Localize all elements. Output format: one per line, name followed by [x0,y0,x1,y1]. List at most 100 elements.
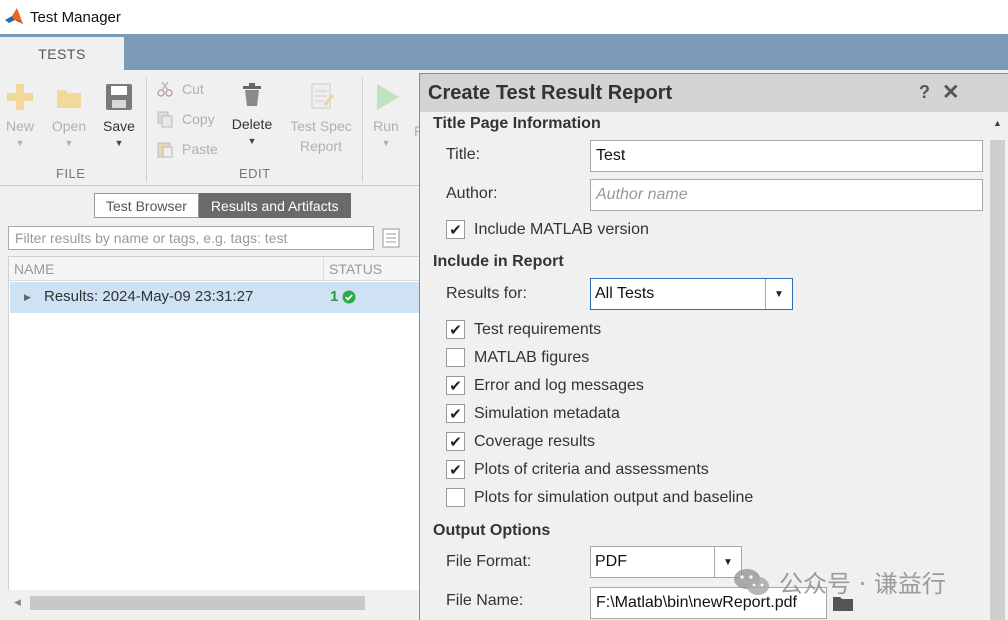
checkbox-label: Test requirements [474,320,602,338]
dialog-title: Create Test Result Report [428,82,673,104]
folder-open-icon [57,90,81,108]
checkbox-unchecked[interactable] [446,488,465,507]
help-icon[interactable]: ? [919,82,930,103]
passed-check-icon [342,290,356,303]
checkbox-label: Coverage results [474,432,595,450]
close-icon[interactable]: ✕ [942,80,960,105]
checkbox-checked[interactable]: ✔ [446,376,465,395]
run-label: Run [373,118,399,134]
tab-test-browser[interactable]: Test Browser [94,193,199,218]
option-matlab-figures-checkbox[interactable]: MATLAB figures [446,348,589,367]
scroll-left-icon[interactable]: ◀ [14,597,21,608]
results-for-value: All Tests [595,285,655,302]
report-icon [311,83,334,109]
checkbox-checked[interactable]: ✔ [446,432,465,451]
watermark-text: 公众号 · 谦益行 [779,570,946,598]
ribbon-tab-strip: TESTS [0,34,1008,70]
watermark: 公众号 · 谦益行 [733,564,946,599]
results-pane: Test Browser Results and Artifacts Filte… [0,186,421,620]
author-label: Author: [446,185,498,202]
create-report-dialog: Create Test Result Report ? ✕ ▲ Title Pa… [419,73,1008,620]
ribbon-divider [362,78,363,182]
view-switcher: Test Browser Results and Artifacts [94,193,351,218]
chevron-down-icon: ▼ [247,136,257,146]
delete-button[interactable]: Delete ▼ [228,80,276,146]
checkbox-checked[interactable]: ✔ [446,320,465,339]
checkbox-checked[interactable]: ✔ [446,460,465,479]
scroll-up-icon[interactable]: ▲ [993,118,1002,128]
result-name: Results: 2024-May-09 23:31:27 [44,288,254,305]
chevron-down-icon: ▼ [381,138,391,148]
author-input[interactable]: Author name [590,179,983,211]
table-row[interactable]: ▶ Results: 2024-May-09 23:31:27 1 [10,282,420,313]
column-header-name[interactable]: NAME [14,261,54,277]
checkbox-label: MATLAB figures [474,348,590,366]
option-error-log-checkbox[interactable]: ✔ Error and log messages [446,376,644,395]
wechat-icon [734,568,769,595]
section-include-in-report: Include in Report [433,253,564,270]
file-format-value: PDF [595,553,627,570]
checkbox-label: Plots of criteria and assessments [474,460,709,478]
option-coverage-results-checkbox[interactable]: ✔ Coverage results [446,432,595,451]
scroll-thumb[interactable] [30,596,365,610]
checkbox-label: Include MATLAB version [474,220,649,238]
checkbox-label: Error and log messages [474,376,644,394]
results-for-dropdown[interactable]: All Tests ▼ [590,278,793,310]
paste-icon [157,142,173,158]
checkbox-unchecked[interactable] [446,348,465,367]
save-icon [106,84,132,110]
save-label: Save [103,118,135,134]
ribbon-divider [146,78,147,182]
chevron-down-icon: ▼ [15,138,25,148]
new-button[interactable]: New ▼ [2,82,38,148]
checkbox-label: Plots for simulation output and baseline [474,488,754,506]
expand-arrow-icon[interactable]: ▶ [24,292,31,303]
filter-results-input[interactable]: Filter results by name or tags, e.g. tag… [8,226,374,250]
tab-tests[interactable]: TESTS [0,37,124,70]
column-header-status[interactable]: STATUS [329,261,382,277]
title-label: Title: [446,146,481,163]
file-format-dropdown[interactable]: PDF ▼ [590,546,742,578]
option-simulation-metadata-checkbox[interactable]: ✔ Simulation metadata [446,404,620,423]
copy-button[interactable]: Copy [156,110,215,128]
file-name-label: File Name: [446,592,524,609]
chevron-down-icon[interactable]: ▼ [765,279,792,309]
results-table: NAME STATUS ▶ Results: 2024-May-09 23:31… [8,256,421,606]
checkbox-checked[interactable]: ✔ [446,404,465,423]
matlab-logo-icon [5,8,23,24]
open-label: Open [51,118,87,134]
test-spec-label: Test Spec [290,118,352,134]
cut-label: Cut [182,81,204,97]
test-spec-report-button[interactable]: Test Spec Report [286,82,356,156]
trash-icon [243,83,261,106]
section-output-options: Output Options [433,522,551,539]
include-matlab-version-checkbox[interactable]: ✔ Include MATLAB version [446,220,649,239]
file-group-label: FILE [56,166,86,181]
horizontal-scrollbar[interactable]: ◀ [8,590,420,616]
title-input[interactable]: Test [590,140,983,172]
checkbox-checked[interactable]: ✔ [446,220,465,239]
scroll-thumb[interactable] [990,140,1005,620]
title-bar: Test Manager [0,0,1008,34]
option-test-requirements-checkbox[interactable]: ✔ Test requirements [446,320,601,339]
vertical-scrollbar[interactable]: ▲ [987,112,1008,620]
copy-icon [157,111,173,128]
dialog-header: Create Test Result Report ? ✕ [420,74,1008,112]
paste-button[interactable]: Paste [156,140,218,158]
option-plots-criteria-checkbox[interactable]: ✔ Plots of criteria and assessments [446,460,709,479]
open-button[interactable]: Open ▼ [50,82,88,148]
save-button[interactable]: Save ▼ [100,82,138,148]
tab-results-and-artifacts[interactable]: Results and Artifacts [198,193,351,218]
scissors-icon [157,81,173,97]
chevron-down-icon: ▼ [64,138,74,148]
run-button[interactable]: Run ▼ [370,82,402,148]
delete-label: Delete [231,116,273,132]
edit-group-label: EDIT [239,166,271,181]
cut-button[interactable]: Cut [156,80,204,98]
table-header: NAME STATUS [9,257,421,281]
paste-label: Paste [182,141,218,157]
copy-label: Copy [182,111,215,127]
new-label: New [5,118,34,134]
filter-options-icon[interactable] [381,227,401,249]
option-plots-simulation-checkbox[interactable]: Plots for simulation output and baseline [446,488,753,507]
